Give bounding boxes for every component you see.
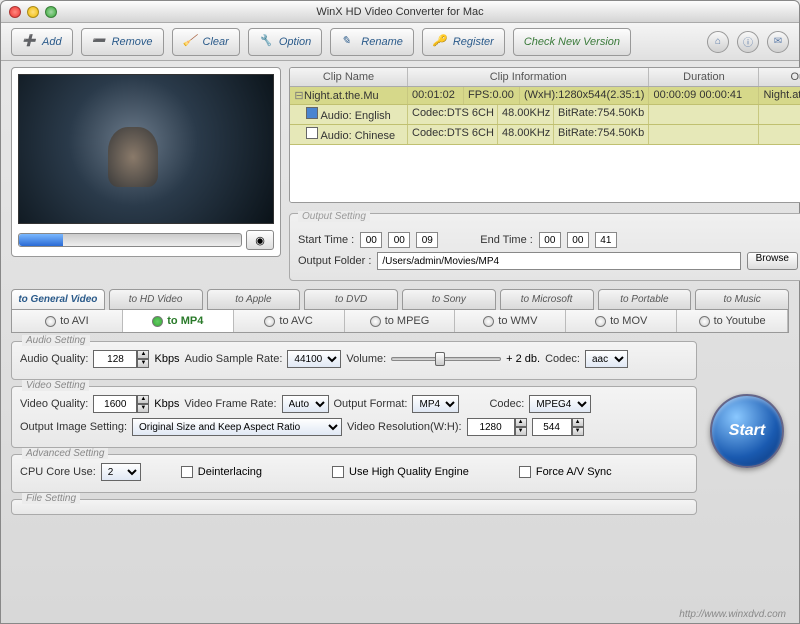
tab-mp4[interactable]: to MP4 [123, 310, 234, 332]
audio-quality-input[interactable] [93, 350, 137, 368]
tab-portable[interactable]: to Portable [598, 289, 692, 310]
res-height-input[interactable] [532, 418, 572, 436]
rename-button[interactable]: ✎Rename [330, 28, 414, 56]
start-ss[interactable] [416, 232, 438, 248]
option-icon: 🔧 [259, 34, 275, 50]
volume-slider[interactable] [391, 352, 501, 366]
clear-icon: 🧹 [183, 34, 199, 50]
tab-youtube[interactable]: to Youtube [677, 310, 788, 332]
advanced-setting-group: Advanced Setting CPU Core Use: 2 Deinter… [11, 454, 697, 493]
register-button[interactable]: 🔑Register [422, 28, 505, 56]
footer-link[interactable]: http://www.winxdvd.com [679, 609, 786, 620]
video-preview [18, 74, 274, 224]
playback-slider[interactable] [18, 233, 242, 247]
end-ss[interactable] [595, 232, 617, 248]
video-codec-select[interactable]: MPEG4 [529, 395, 591, 413]
add-button[interactable]: ➕Add [11, 28, 73, 56]
register-icon: 🔑 [433, 34, 449, 50]
force-sync-checkbox[interactable] [519, 466, 531, 478]
option-button[interactable]: 🔧Option [248, 28, 322, 56]
start-mm[interactable] [388, 232, 410, 248]
title-bar: WinX HD Video Converter for Mac [1, 1, 799, 23]
output-format-select[interactable]: MP4 [412, 395, 459, 413]
audio-rate-select[interactable]: 44100 [287, 350, 341, 368]
home-button[interactable]: ⌂ [707, 31, 729, 53]
toolbar: ➕Add ➖Remove 🧹Clear 🔧Option ✎Rename 🔑Reg… [1, 23, 799, 61]
end-mm[interactable] [567, 232, 589, 248]
preview-panel: ◉ [11, 67, 281, 281]
check-version-button[interactable]: Check New Version [513, 28, 631, 56]
info-button[interactable]: ⓘ [737, 31, 759, 53]
tab-music[interactable]: to Music [695, 289, 789, 310]
tab-sony[interactable]: to Sony [402, 289, 496, 310]
up-icon[interactable]: ▲ [137, 350, 149, 359]
down-icon[interactable]: ▼ [137, 359, 149, 368]
clip-row[interactable]: Audio: English Codec:DTS 6CH 48.00KHz Bi… [290, 105, 800, 125]
cpu-core-select[interactable]: 2 [101, 463, 141, 481]
mail-button[interactable]: ✉ [767, 31, 789, 53]
clip-row[interactable]: Audio: Chinese Codec:DTS 6CH 48.00KHz Bi… [290, 125, 800, 145]
output-folder-input[interactable] [377, 252, 740, 270]
clip-list: Clip Name Clip Information Duration Outp… [289, 67, 800, 203]
tab-wmv[interactable]: to WMV [455, 310, 566, 332]
tab-hd-video[interactable]: to HD Video [109, 289, 203, 310]
collapse-icon[interactable]: ⊟ [294, 89, 304, 102]
video-fps-select[interactable]: Auto [282, 395, 329, 413]
audio-checkbox[interactable] [306, 127, 318, 139]
end-hh[interactable] [539, 232, 561, 248]
tab-avc[interactable]: to AVC [234, 310, 345, 332]
col-output: Output [759, 68, 800, 86]
start-button[interactable]: Start [710, 394, 784, 468]
start-hh[interactable] [360, 232, 382, 248]
video-quality-input[interactable] [93, 395, 137, 413]
tab-general-video[interactable]: to General Video [11, 289, 105, 310]
tab-mov[interactable]: to MOV [566, 310, 677, 332]
tab-avi[interactable]: to AVI [12, 310, 123, 332]
deinterlacing-checkbox[interactable] [181, 466, 193, 478]
start-time-label: Start Time : [298, 234, 354, 246]
hq-engine-checkbox[interactable] [332, 466, 344, 478]
audio-checkbox[interactable] [306, 107, 318, 119]
res-width-input[interactable] [467, 418, 515, 436]
window-title: WinX HD Video Converter for Mac [1, 6, 799, 18]
format-tabs: to AVI to MP4 to AVC to MPEG to WMV to M… [11, 310, 789, 333]
tab-apple[interactable]: to Apple [207, 289, 301, 310]
col-name: Clip Name [290, 68, 408, 86]
file-setting-group: File Setting [11, 499, 697, 515]
tab-mpeg[interactable]: to MPEG [345, 310, 456, 332]
category-tabs: to General Video to HD Video to Apple to… [11, 289, 789, 310]
image-setting-select[interactable]: Original Size and Keep Aspect Ratio [132, 418, 342, 436]
browse-button[interactable]: Browse [747, 252, 798, 270]
tab-dvd[interactable]: to DVD [304, 289, 398, 310]
rename-icon: ✎ [341, 34, 357, 50]
remove-icon: ➖ [92, 34, 108, 50]
audio-setting-group: Audio Setting Audio Quality: ▲▼ Kbps Aud… [11, 341, 697, 380]
output-setting-group: Output Setting Start Time : End Time : O… [289, 213, 800, 281]
col-info: Clip Information [408, 68, 649, 86]
add-icon: ➕ [22, 34, 38, 50]
snapshot-button[interactable]: ◉ [246, 230, 274, 250]
remove-button[interactable]: ➖Remove [81, 28, 164, 56]
video-setting-group: Video Setting Video Quality: ▲▼ Kbps Vid… [11, 386, 697, 448]
clip-row[interactable]: ⊟Night.at.the.Mu 00:01:02 FPS:0.00 (WxH)… [290, 87, 800, 105]
end-time-label: End Time : [480, 234, 533, 246]
clear-button[interactable]: 🧹Clear [172, 28, 240, 56]
camera-icon: ◉ [255, 234, 265, 247]
col-duration: Duration [649, 68, 759, 86]
tab-microsoft[interactable]: to Microsoft [500, 289, 594, 310]
audio-codec-select[interactable]: aac [585, 350, 628, 368]
output-folder-label: Output Folder : [298, 255, 371, 267]
